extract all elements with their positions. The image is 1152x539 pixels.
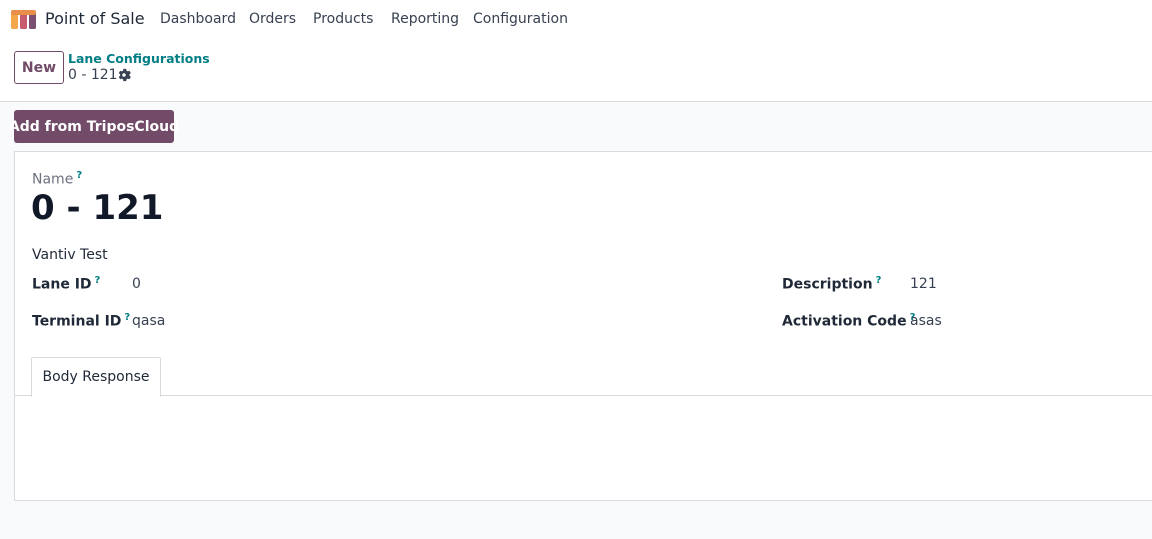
name-field-label: Name? (32, 170, 83, 188)
provider-field: Vantiv Test (32, 247, 108, 263)
form-sheet: Name? 0 - 121 Vantiv Test Lane ID? 0 Ter… (14, 151, 1152, 501)
menu-orders[interactable]: Orders (249, 11, 296, 27)
notebook-tab-bar (15, 395, 1152, 396)
lane-id-value[interactable]: 0 (132, 276, 141, 292)
help-tooltip-icon[interactable]: ? (124, 312, 130, 323)
menu-dashboard[interactable]: Dashboard (160, 11, 236, 27)
description-label: Description? (782, 275, 882, 293)
tab-body-response[interactable]: Body Response (31, 357, 161, 397)
terminal-id-value[interactable]: qasa (132, 313, 165, 329)
new-button[interactable]: New (14, 51, 64, 84)
app-name[interactable]: Point of Sale (45, 9, 145, 28)
top-navbar: Point of Sale Dashboard Orders Products … (0, 0, 1152, 40)
gear-icon[interactable] (117, 68, 131, 82)
menu-products[interactable]: Products (313, 11, 373, 27)
menu-configuration[interactable]: Configuration (473, 11, 568, 27)
help-tooltip-icon[interactable]: ? (76, 170, 82, 181)
add-from-triposcloud-button[interactable]: Add from TriposCloud (9, 110, 179, 143)
record-name-field[interactable]: 0 - 121 (31, 188, 163, 228)
pos-logo-icon[interactable] (11, 10, 37, 29)
activation-code-value[interactable]: asas (910, 313, 942, 329)
lane-id-label: Lane ID? (32, 275, 101, 293)
control-panel: New Lane Configurations 0 - 121 (0, 40, 1152, 102)
terminal-id-label: Terminal ID? (32, 312, 131, 330)
description-value[interactable]: 121 (910, 276, 937, 292)
menu-reporting[interactable]: Reporting (391, 11, 459, 27)
breadcrumb-current: 0 - 121 (68, 67, 118, 83)
breadcrumb-parent-link[interactable]: Lane Configurations (68, 51, 210, 66)
help-tooltip-icon[interactable]: ? (95, 275, 101, 286)
activation-code-label: Activation Code? (782, 312, 916, 330)
help-tooltip-icon[interactable]: ? (876, 275, 882, 286)
